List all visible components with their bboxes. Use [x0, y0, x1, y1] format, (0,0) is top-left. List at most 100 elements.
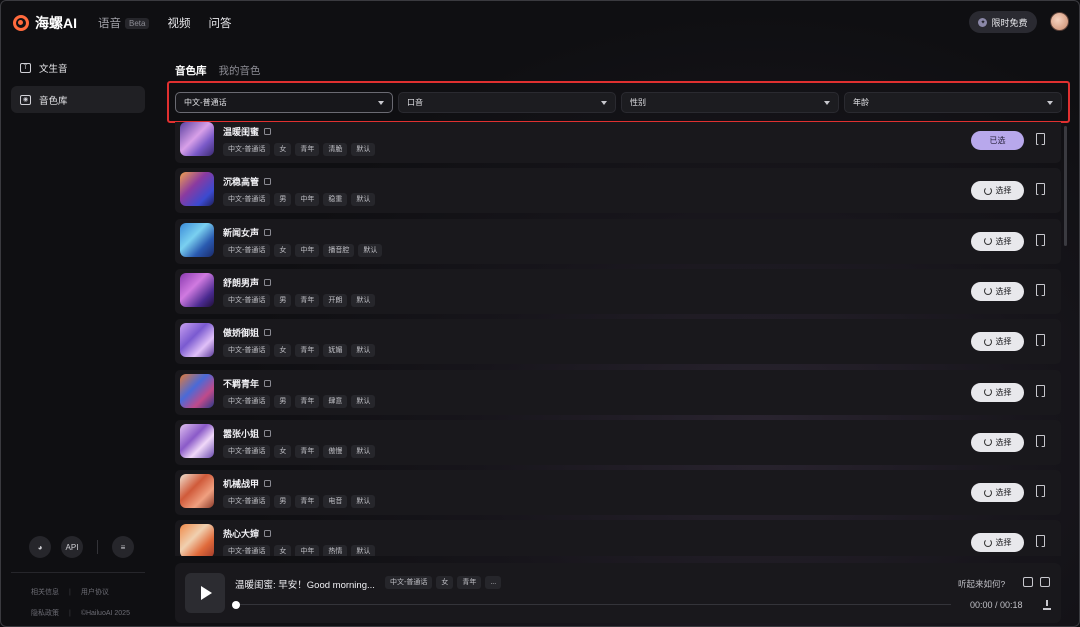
copy-icon[interactable] [264, 128, 272, 135]
nav-item-qa[interactable]: 问答 [208, 15, 231, 31]
tab-voice-library[interactable]: 音色库 [175, 63, 207, 78]
copy-icon[interactable] [264, 429, 272, 437]
accent-select[interactable]: 口音 [398, 92, 616, 113]
footer-link-privacy[interactable]: 隐私政策 [31, 608, 59, 618]
changelog-icon[interactable]: ≡ [112, 536, 134, 558]
voice-row[interactable]: 热心大婶 中文-普通话女中年 热情 默认 选择 [175, 520, 1061, 556]
select-button[interactable]: 选择 [971, 432, 1024, 452]
sidebar-bottom-actions: ◕ API ≡ [29, 536, 134, 558]
select-button[interactable]: 选择 [971, 382, 1024, 402]
copy-icon[interactable] [264, 278, 272, 286]
voice-tag: 中文-普通话 [223, 193, 271, 207]
sidebar-item-text-to-speech[interactable]: T 文生音 [11, 54, 145, 81]
progress-track[interactable] [235, 604, 951, 605]
voice-name-label: 舒朗男声 [223, 277, 260, 288]
logo[interactable]: 海螺AI [13, 13, 77, 33]
copy-icon[interactable] [264, 228, 272, 236]
voice-thumbnail [180, 122, 214, 156]
language-select[interactable]: 中文-普通话 [175, 92, 393, 113]
select-button[interactable]: 选择 [971, 181, 1024, 201]
voice-thumbnail [180, 323, 214, 358]
voice-row[interactable]: 温暖闺蜜 中文-普通话女青年 清脆 默认 已选 [175, 122, 1061, 163]
bookmark-icon[interactable] [1036, 283, 1045, 296]
voice-tag: 女 [274, 344, 292, 358]
bookmark-icon[interactable] [1036, 485, 1045, 498]
refresh-icon [983, 287, 992, 296]
selected-button[interactable]: 已选 [971, 131, 1024, 150]
voice-row[interactable]: 舒朗男声中文-普通话男青年 开朗 默认 选择 [175, 268, 1061, 314]
select-button[interactable]: 选择 [971, 231, 1024, 251]
select-button[interactable]: 选择 [971, 281, 1024, 301]
nav-item-video[interactable]: 视频 [167, 15, 190, 31]
voice-tag: 中文-普通话 [223, 444, 271, 458]
voice-tag: 清脆 [323, 143, 348, 156]
voice-tags: 中文-普通话女青年 清脆 默认 [223, 143, 376, 156]
bookmark-icon[interactable] [1036, 233, 1045, 246]
promo-label: 限时免费 [991, 17, 1028, 28]
play-button[interactable] [185, 573, 225, 613]
chevron-down-icon [1047, 100, 1053, 105]
api-button[interactable]: API [61, 536, 83, 558]
voice-row[interactable]: 沉稳高管 中文-普通话男中年 稳重 默认 选择 [175, 168, 1061, 214]
divider [11, 572, 145, 573]
select-button-label: 选择 [995, 286, 1012, 296]
age-select[interactable]: 年龄 [844, 92, 1062, 113]
voice-name-label: 沉稳高管 [223, 177, 260, 188]
sidebar-item-label: 文生音 [39, 63, 68, 75]
bookmark-icon[interactable] [1036, 384, 1045, 397]
copy-icon[interactable] [264, 178, 272, 186]
sidebar-item-label: 音色库 [39, 95, 68, 107]
gender-select[interactable]: 性别 [621, 92, 839, 113]
voice-tag: 男 [274, 293, 292, 307]
voice-tag: 中文-普通话 [223, 143, 271, 156]
voice-row[interactable]: 不羁青年 中文-普通话男青年 肆意 默认 选择 [175, 369, 1061, 415]
copy-icon[interactable] [264, 379, 272, 387]
voice-row[interactable]: 新闻女声 中文-普通话女中年 播音腔 默认 选择 [175, 218, 1061, 264]
limited-free-button[interactable]: ✦ 限时免费 [969, 11, 1037, 33]
nav-item-label: 语音 [98, 18, 121, 30]
nav-item-voice[interactable]: 语音 Beta [98, 15, 150, 31]
player-title: 温暖闺蜜: 早安！Good morning... [235, 580, 375, 591]
user-avatar[interactable] [1050, 12, 1069, 31]
select-button[interactable]: 选择 [971, 332, 1024, 352]
thumbs-down-icon[interactable] [1040, 577, 1050, 587]
sidebar-item-voice-library[interactable]: ◉ 音色库 [11, 86, 145, 113]
gift-icon: ✦ [978, 17, 988, 27]
divider: | [69, 609, 71, 617]
voice-tag: 中年 [295, 243, 320, 257]
voice-row[interactable]: 机械战甲 中文-普通话男青年 电音 默认 选择 [175, 470, 1061, 516]
copy-icon[interactable] [264, 530, 272, 538]
sidebar: T 文生音 ◉ 音色库 ◕ API ≡ 相关信息 | 用户协议 隐私政策 | ©… [1, 43, 156, 626]
footer-link-about[interactable]: 相关信息 [31, 587, 59, 597]
bookmark-icon[interactable] [1036, 434, 1045, 447]
voice-tags: 中文-普通话女中年 播音腔 默认 [223, 243, 383, 257]
select-button[interactable]: 选择 [971, 533, 1024, 553]
voice-tag: 男 [274, 193, 292, 207]
voice-tags: 中文-普通话男青年 开朗 默认 [223, 293, 376, 307]
thumbs-up-icon[interactable] [1023, 577, 1033, 587]
voice-tag: 默认 [351, 444, 376, 458]
bookmark-icon[interactable] [1036, 183, 1045, 196]
bookmark-icon[interactable] [1036, 133, 1045, 145]
footer-link-terms[interactable]: 用户协议 [81, 587, 109, 597]
voice-row[interactable]: 嚣张小姐 中文-普通话女青年 傲慢 默认 选择 [175, 419, 1061, 465]
voice-row[interactable]: 傲娇御姐 中文-普通话女青年 妩媚 默认 选择 [175, 319, 1061, 365]
voice-name-label: 嚣张小姐 [223, 428, 260, 439]
voice-name: 傲娇御姐 [223, 326, 272, 339]
tab-my-voices[interactable]: 我的音色 [219, 63, 261, 78]
select-button[interactable]: 选择 [971, 483, 1024, 503]
playback-time: 00:00 / 00:18 [970, 600, 1023, 610]
copy-icon[interactable] [264, 329, 272, 337]
bookmark-icon[interactable] [1036, 535, 1045, 548]
voice-tag: 青年 [295, 344, 320, 358]
bookmark-icon[interactable] [1036, 334, 1045, 347]
voice-tag: 默认 [351, 143, 376, 156]
progress-knob[interactable] [232, 601, 240, 609]
select-value: 中文-普通话 [184, 98, 227, 107]
voice-tag: 稳重 [323, 193, 348, 207]
copy-icon[interactable] [264, 480, 272, 488]
download-icon[interactable] [1042, 600, 1052, 610]
refresh-icon [983, 337, 992, 346]
discord-icon[interactable]: ◕ [29, 536, 51, 558]
list-scrollbar[interactable] [1064, 126, 1067, 246]
